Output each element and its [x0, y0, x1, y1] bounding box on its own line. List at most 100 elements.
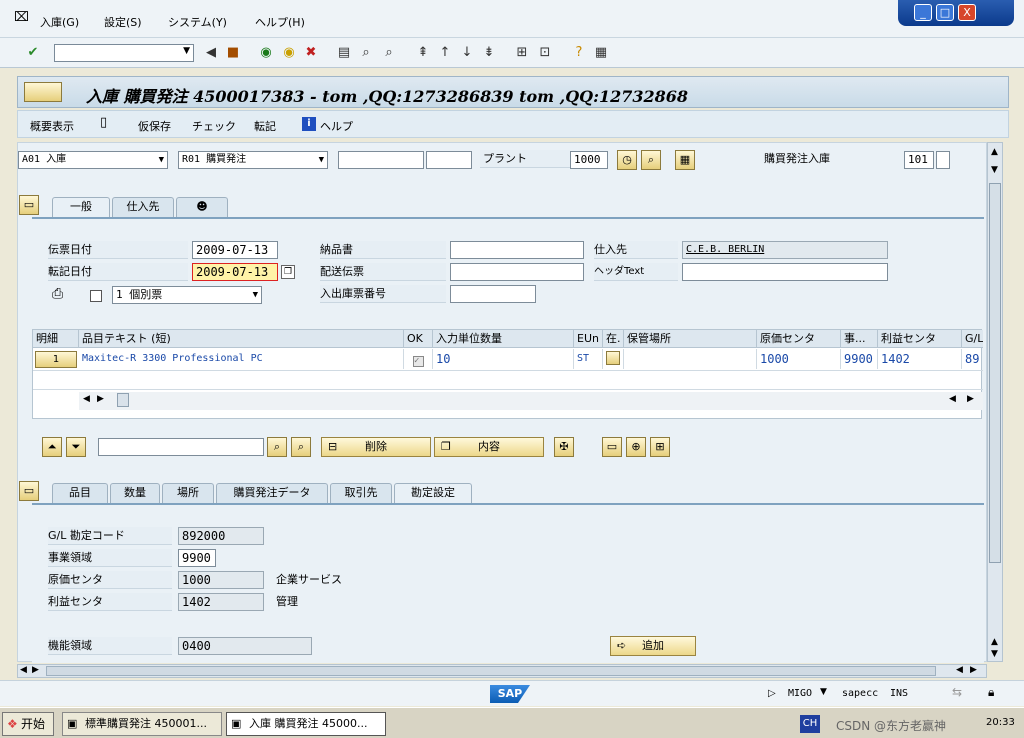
table-search-input[interactable] — [98, 438, 264, 456]
cell-cost-center[interactable]: 1000 — [757, 349, 841, 369]
print-icon[interactable]: ▤ — [335, 44, 353, 62]
layout-menu-icon[interactable]: ▦ — [592, 44, 610, 62]
scroll-right-icon[interactable]: ▶ — [97, 394, 104, 404]
menu-system[interactable]: システム(Y) — [168, 14, 227, 30]
cell-gl[interactable]: 89 — [962, 349, 983, 369]
cancel-icon[interactable]: ✖ — [302, 44, 320, 62]
add-button[interactable]: ➪ 追加 — [610, 636, 696, 656]
scroll-right-icon[interactable]: ▶ — [970, 665, 977, 675]
scroll-thumb[interactable] — [117, 393, 129, 407]
expand-icon[interactable]: ✠ — [554, 437, 574, 457]
post-button[interactable]: 転記 — [254, 118, 276, 134]
col-gl[interactable]: G/L — [962, 330, 983, 348]
tab-where[interactable]: 場所 — [162, 483, 214, 503]
delivery-note-input[interactable] — [450, 241, 584, 259]
folder-icon[interactable]: ▭ — [602, 437, 622, 457]
menu-settings[interactable]: 設定(S) — [104, 14, 142, 30]
cell-quantity[interactable]: 10 — [433, 349, 574, 369]
scroll-down-icon[interactable]: ▼ — [991, 649, 998, 659]
reference-select[interactable]: R01 購買発注 ▼ — [178, 151, 328, 169]
add-folder-icon[interactable]: ⊕ — [626, 437, 646, 457]
col-cost-center[interactable]: 原価センタ — [757, 330, 841, 348]
profit-center-input[interactable]: 1402 — [178, 593, 264, 611]
col-business-area[interactable]: 事... — [841, 330, 878, 348]
functional-area-input[interactable]: 0400 — [178, 637, 312, 655]
back-icon[interactable]: ◉ — [257, 44, 275, 62]
tab-vendor[interactable]: 仕入先 — [112, 197, 174, 217]
print-checkbox[interactable] — [90, 290, 102, 302]
last-page-icon[interactable]: ⇟ — [480, 44, 498, 62]
scroll-up-icon[interactable]: ▲ — [991, 147, 998, 157]
first-page-icon[interactable]: ⇞ — [414, 44, 432, 62]
scroll-left-icon[interactable]: ◀ — [949, 394, 956, 404]
tab-po-data[interactable]: 購買発注データ — [216, 483, 328, 503]
system-menu-icon[interactable]: ⌧ — [14, 10, 29, 25]
cell-storage-location[interactable] — [624, 349, 757, 369]
new-session-icon[interactable]: ⊞ — [513, 44, 531, 62]
col-profit-center[interactable]: 利益センタ — [878, 330, 962, 348]
transaction-code[interactable]: MIGO — [788, 688, 812, 699]
col-ok[interactable]: OK — [404, 330, 433, 348]
cell-stock-type[interactable] — [603, 349, 624, 369]
movement-type-input[interactable]: 101 — [904, 151, 934, 169]
overview-button[interactable]: 概要表示 — [30, 118, 74, 134]
enter-icon[interactable]: ✔ — [24, 44, 42, 62]
cell-ok[interactable]: ✓ — [404, 349, 433, 369]
tab-general[interactable]: 一般 — [52, 197, 110, 217]
save-icon[interactable]: ■ — [224, 44, 242, 62]
doc-date-input[interactable]: 2009-07-13 — [192, 241, 278, 259]
scroll-left-icon[interactable]: ◀ — [83, 394, 90, 404]
sort-up-icon[interactable]: ⏶ — [42, 437, 62, 457]
menu-help[interactable]: ヘルプ(H) — [255, 14, 305, 30]
previous-page-icon[interactable]: ↑ — [436, 44, 454, 62]
task-po-window[interactable]: ▣ 標準購買発注 450001... — [62, 712, 222, 736]
cell-unit[interactable]: ST — [574, 349, 603, 369]
post-date-input[interactable]: 2009-07-13 — [192, 263, 278, 281]
maximize-button[interactable]: □ — [936, 4, 954, 21]
gr-slip-input[interactable] — [450, 285, 536, 303]
tab-account-assignment[interactable]: 勘定設定 — [394, 483, 472, 503]
col-storage-location[interactable]: 保管場所 — [624, 330, 757, 348]
stock-type-icon[interactable] — [606, 351, 620, 365]
find-next-icon[interactable]: ⌕ — [291, 437, 311, 457]
task-gr-window[interactable]: ▣ 入庫 購買発注 45000... — [226, 712, 386, 736]
help-icon[interactable]: ? — [570, 44, 588, 62]
info-icon[interactable]: i — [302, 117, 316, 131]
scroll-thumb[interactable] — [46, 666, 936, 676]
col-line[interactable]: 明細 — [33, 330, 79, 348]
start-button[interactable]: ❖ 开始 — [2, 712, 54, 736]
shortcut-icon[interactable]: ⊡ — [536, 44, 554, 62]
menu-goods-receipt[interactable]: 入庫(G) — [40, 14, 79, 30]
help-button[interactable]: ヘルプ — [320, 118, 353, 134]
document-icon[interactable]: ▯ — [100, 115, 107, 130]
scroll-right-icon[interactable]: ▶ — [32, 665, 39, 675]
find-icon[interactable]: ⌕ — [641, 150, 661, 170]
check-button[interactable]: チェック — [192, 118, 236, 134]
filter-icon[interactable]: ⏷ — [66, 437, 86, 457]
tab-partners[interactable]: ☻ — [176, 197, 228, 217]
status-toggle-icon[interactable]: ▷ — [768, 688, 776, 699]
content-button[interactable]: ❐ 内容 — [434, 437, 544, 457]
minimize-button[interactable]: _ — [914, 4, 932, 21]
tab-partner[interactable]: 取引先 — [330, 483, 392, 503]
cost-center-input[interactable]: 1000 — [178, 571, 264, 589]
command-field[interactable]: ▼ — [54, 44, 194, 62]
row-selector[interactable]: 1 — [35, 351, 77, 368]
close-button[interactable]: X — [958, 4, 976, 21]
header-text-input[interactable] — [682, 263, 888, 281]
movement-type-indicator[interactable] — [936, 151, 950, 169]
scroll-left-icon[interactable]: ◀ — [20, 665, 27, 675]
col-unit[interactable]: EUn — [574, 330, 603, 348]
hold-button[interactable]: 仮保存 — [138, 118, 171, 134]
po-number-input[interactable] — [338, 151, 424, 169]
collapse-detail-icon[interactable]: ▭ — [19, 481, 39, 501]
scroll-right-icon[interactable]: ▶ — [967, 394, 974, 404]
transaction-menu-icon[interactable] — [24, 82, 62, 102]
plant-input[interactable]: 1000 — [570, 151, 608, 169]
col-material-text[interactable]: 品目テキスト (短) — [79, 330, 404, 348]
cell-material[interactable]: Maxitec-R 3300 Professional PC — [79, 349, 404, 369]
col-stock-type[interactable]: 在. — [603, 330, 624, 348]
tab-material[interactable]: 品目 — [52, 483, 108, 503]
page-horizontal-scrollbar[interactable]: ◀ ▶ ◀ ▶ — [17, 664, 987, 678]
find-icon[interactable]: ⌕ — [267, 437, 287, 457]
